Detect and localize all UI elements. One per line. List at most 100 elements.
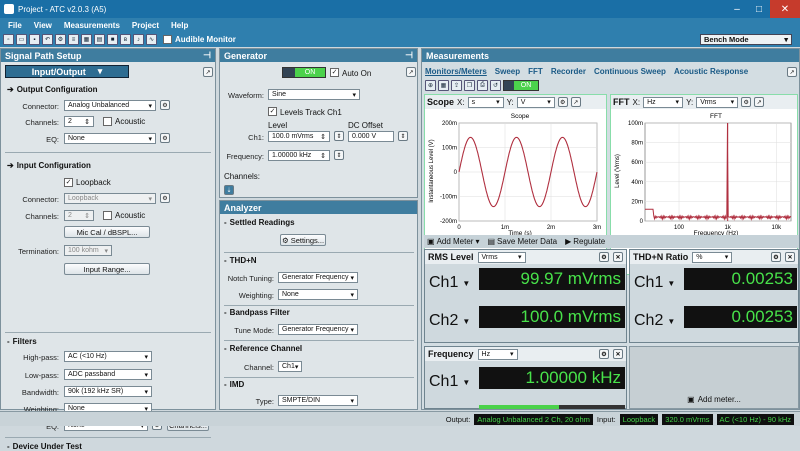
menu-file[interactable]: File: [8, 21, 22, 30]
popout-icon[interactable]: ↗: [754, 97, 765, 107]
generator-on-toggle[interactable]: ON: [282, 67, 326, 78]
scope-settings-icon[interactable]: ⚙: [557, 97, 568, 107]
output-connector-settings-icon[interactable]: ⚙: [160, 100, 170, 110]
close-button[interactable]: ✕: [770, 0, 800, 18]
highpass-select[interactable]: AC (<10 Hz) ▾: [64, 351, 152, 362]
dc-offset-input[interactable]: 0.000 V: [348, 131, 394, 142]
output-acoustic-checkbox[interactable]: [103, 117, 112, 126]
stop-icon[interactable]: ■: [107, 34, 118, 45]
open-icon[interactable]: ▭: [16, 34, 27, 45]
tab-acoustic-response[interactable]: Acoustic Response: [674, 67, 748, 76]
regulate-button[interactable]: ▶ Regulate: [565, 237, 605, 246]
fft-x-select[interactable]: Hz ▾: [643, 96, 684, 108]
analyzer-settings-button[interactable]: ⚙ Settings...: [280, 234, 326, 246]
reset-icon[interactable]: ↺: [490, 80, 501, 91]
fft-settings-icon[interactable]: ⚙: [741, 97, 752, 107]
frequency-unit-select[interactable]: Hz ▾: [477, 348, 518, 360]
audible-monitor[interactable]: Audible Monitor: [163, 35, 236, 44]
maximize-button[interactable]: □: [748, 0, 770, 18]
io-mode-select[interactable]: Input/Output ▾: [5, 65, 129, 78]
pin-icon[interactable]: ⊣: [203, 50, 211, 61]
minimize-button[interactable]: –: [726, 0, 748, 18]
input-acoustic-checkbox[interactable]: [103, 211, 112, 220]
scope-y-select[interactable]: V ▾: [516, 96, 555, 108]
save-meter-data-button[interactable]: ▤ Save Meter Data: [487, 237, 557, 246]
dc-adjust-icon[interactable]: ⇕: [398, 131, 408, 141]
bandwidth-select[interactable]: 90k (192 kHz SR) ▾: [64, 386, 152, 397]
tab-recorder[interactable]: Recorder: [551, 67, 586, 76]
bench-mode-select[interactable]: Bench Mode ▾: [700, 34, 792, 45]
rms-unit-select[interactable]: Vrms ▾: [477, 251, 526, 263]
input-connector-select[interactable]: Loopback ▾: [64, 193, 156, 204]
grid-icon[interactable]: ▦: [81, 34, 92, 45]
speaker-icon[interactable]: ♪: [133, 34, 144, 45]
ref-channel-select[interactable]: Ch1 ▾: [278, 361, 302, 372]
meter-settings-icon[interactable]: ⚙: [599, 349, 609, 359]
collapse-icon[interactable]: -: [224, 344, 227, 353]
layout-icon[interactable]: ▦: [438, 80, 449, 91]
collapse-icon[interactable]: -: [7, 442, 10, 451]
expand-channels-icon[interactable]: ⇣: [224, 185, 234, 195]
chart-icon[interactable]: ▤: [94, 34, 105, 45]
waveform-icon[interactable]: ∿: [146, 34, 157, 45]
measurement-on-toggle[interactable]: ON: [503, 80, 539, 91]
report-icon[interactable]: ≡: [68, 34, 79, 45]
input-range-button[interactable]: Input Range...: [64, 263, 150, 275]
pin-icon[interactable]: ⊣: [405, 50, 413, 61]
collapse-icon[interactable]: -: [224, 256, 227, 265]
output-eq-select[interactable]: None ▾: [64, 133, 156, 144]
save-icon[interactable]: ▪: [29, 34, 40, 45]
frequency-input[interactable]: 1.00000 kHz ⇕: [268, 150, 330, 161]
collapse-icon[interactable]: -: [224, 380, 227, 389]
new-icon[interactable]: ▫: [3, 34, 14, 45]
popout-icon[interactable]: ↗: [406, 67, 416, 77]
input-channels-stepper[interactable]: 2 ⇕: [64, 210, 94, 221]
popout-icon[interactable]: ↗: [203, 67, 213, 77]
tune-mode-select[interactable]: Generator Frequency ▾: [278, 324, 358, 335]
loopback-checkbox[interactable]: ✓: [64, 178, 73, 187]
fft-y-select[interactable]: Vrms ▾: [696, 96, 739, 108]
chevron-down-icon[interactable]: ▼: [667, 317, 675, 326]
close-icon[interactable]: ✕: [613, 252, 623, 262]
popout-icon[interactable]: ↗: [570, 97, 581, 107]
meter-settings-icon[interactable]: ⚙: [771, 252, 781, 262]
menu-view[interactable]: View: [34, 21, 52, 30]
close-icon[interactable]: ✕: [785, 252, 795, 262]
level-adjust-icon[interactable]: ⇕: [334, 131, 344, 141]
menu-help[interactable]: Help: [171, 21, 188, 30]
output-eq-settings-icon[interactable]: ⚙: [160, 133, 170, 143]
export-icon[interactable]: ⇪: [451, 80, 462, 91]
meter-settings-icon[interactable]: ⚙: [599, 252, 609, 262]
thdn-unit-select[interactable]: % ▾: [692, 251, 733, 263]
settings-icon[interactable]: ⚙: [55, 34, 66, 45]
lowpass-select[interactable]: ADC passband ▾: [64, 369, 152, 380]
add-meter-button[interactable]: ▣ Add Meter ▾: [427, 237, 479, 246]
chevron-down-icon[interactable]: ▼: [462, 378, 470, 387]
bluetooth-icon[interactable]: ʙ: [120, 34, 131, 45]
undo-icon[interactable]: ↶: [42, 34, 53, 45]
termination-select[interactable]: 100 kohm ▾: [64, 245, 112, 256]
output-channels-stepper[interactable]: 2 ⇕: [64, 116, 94, 127]
output-connector-select[interactable]: Analog Unbalanced ▾: [64, 100, 156, 111]
add-meter-placeholder[interactable]: ▣ Add meter...: [629, 346, 799, 409]
chevron-down-icon[interactable]: ▼: [462, 317, 470, 326]
tab-sweep[interactable]: Sweep: [495, 67, 520, 76]
analyzer-weighting-select[interactable]: None ▾: [278, 289, 358, 300]
notch-select[interactable]: Generator Frequency ▾: [278, 272, 358, 283]
tab-monitors-meters[interactable]: Monitors/Meters: [425, 67, 487, 76]
menu-measurements[interactable]: Measurements: [64, 21, 120, 30]
waveform-select[interactable]: Sine ▾: [268, 89, 360, 100]
scope-x-select[interactable]: s ▾: [467, 96, 504, 108]
chevron-down-icon[interactable]: ▼: [667, 279, 675, 288]
zoom-icon[interactable]: ⊕: [425, 80, 436, 91]
collapse-icon[interactable]: -: [224, 218, 227, 227]
close-icon[interactable]: ✕: [613, 349, 623, 359]
copy-icon[interactable]: ❐: [464, 80, 475, 91]
level-input[interactable]: 100.0 mVrms ⇕: [268, 131, 330, 142]
collapse-icon[interactable]: -: [224, 308, 227, 317]
menu-project[interactable]: Project: [132, 21, 159, 30]
auto-on-checkbox[interactable]: ✓: [330, 68, 339, 77]
levels-track-checkbox[interactable]: ✓: [268, 107, 277, 116]
collapse-icon[interactable]: -: [7, 337, 10, 346]
tab-fft[interactable]: FFT: [528, 67, 543, 76]
